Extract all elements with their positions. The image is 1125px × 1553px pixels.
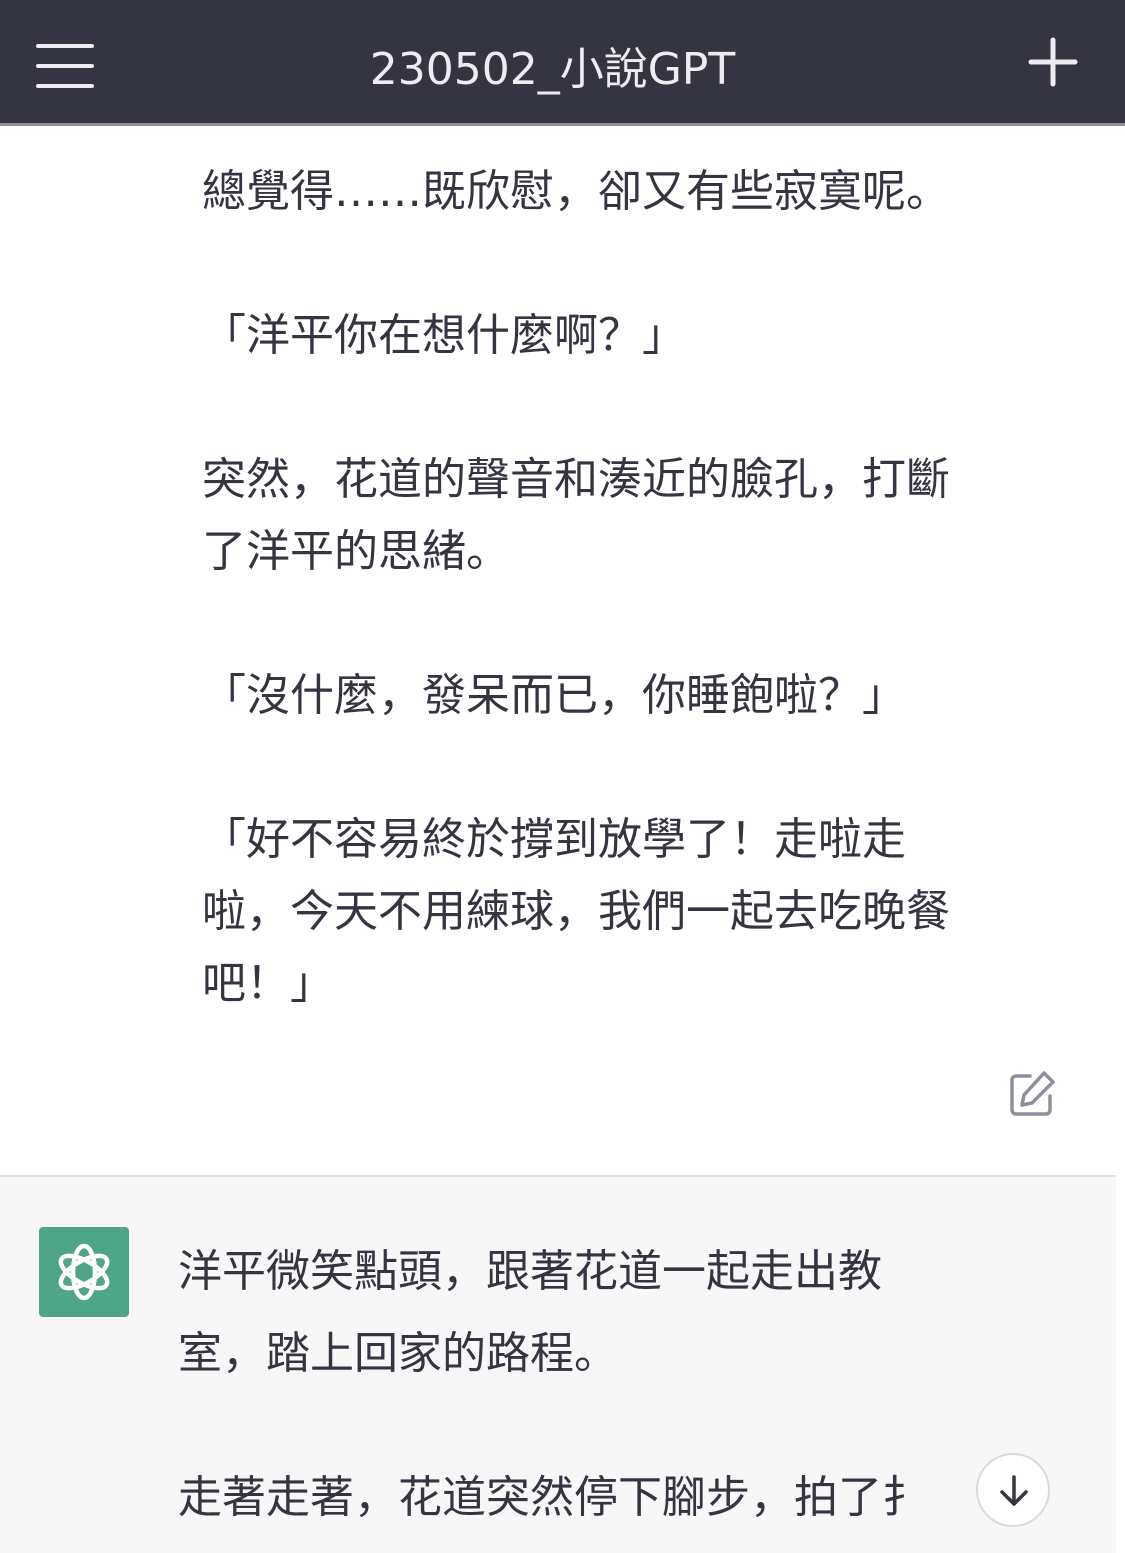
assistant-paragraph: 走著走著，花道突然停下腳步，拍了扌 bbox=[178, 1472, 926, 1523]
top-bar: 230502_小說GPT bbox=[0, 0, 1125, 126]
user-paragraph: 突然，花道的聲音和湊近的臉孔，打斷 了洋平的思緒。 bbox=[202, 454, 950, 577]
user-message-text: 總覺得……既欣慰，卻又有些寂寞呢。 「洋平你在想什麼啊？」 突然，花道的聲音和湊… bbox=[202, 156, 1042, 1092]
scroll-to-bottom-button[interactable] bbox=[976, 1453, 1050, 1527]
hamburger-menu-icon[interactable] bbox=[30, 36, 100, 96]
assistant-avatar bbox=[39, 1227, 129, 1317]
user-paragraph: 總覺得……既欣慰，卻又有些寂寞呢。 bbox=[202, 166, 950, 217]
edit-message-button[interactable] bbox=[1006, 1068, 1058, 1120]
user-paragraph: 「好不容易終於撐到放學了！走啦走 啦，今天不用練球，我們一起去吃晚餐 吧！」 bbox=[202, 814, 950, 1009]
edit-icon bbox=[1010, 1071, 1055, 1116]
arrow-down-icon bbox=[1000, 1475, 1028, 1506]
user-paragraph: 「沒什麼，發呆而已，你睡飽啦？」 bbox=[202, 670, 906, 721]
openai-logo-icon bbox=[58, 1243, 110, 1301]
new-chat-button[interactable] bbox=[1018, 30, 1088, 100]
conversation-title: 230502_小說GPT bbox=[369, 44, 736, 95]
assistant-message-text: 洋平微笑點頭，跟著花道一起走出教 室，踏上回家的路程。 走著走著，花道突然停下腳… bbox=[178, 1231, 1078, 1553]
user-message: 總覺得……既欣慰，卻又有些寂寞呢。 「洋平你在想什麼啊？」 突然，花道的聲音和湊… bbox=[0, 126, 1125, 1175]
plus-icon bbox=[1028, 37, 1078, 87]
assistant-paragraph: 洋平微笑點頭，跟著花道一起走出教 室，踏上回家的路程。 bbox=[178, 1246, 882, 1379]
assistant-message: 洋平微笑點頭，跟著花道一起走出教 室，踏上回家的路程。 走著走著，花道突然停下腳… bbox=[0, 1177, 1116, 1553]
user-paragraph: 「洋平你在想什麼啊？」 bbox=[202, 310, 686, 361]
